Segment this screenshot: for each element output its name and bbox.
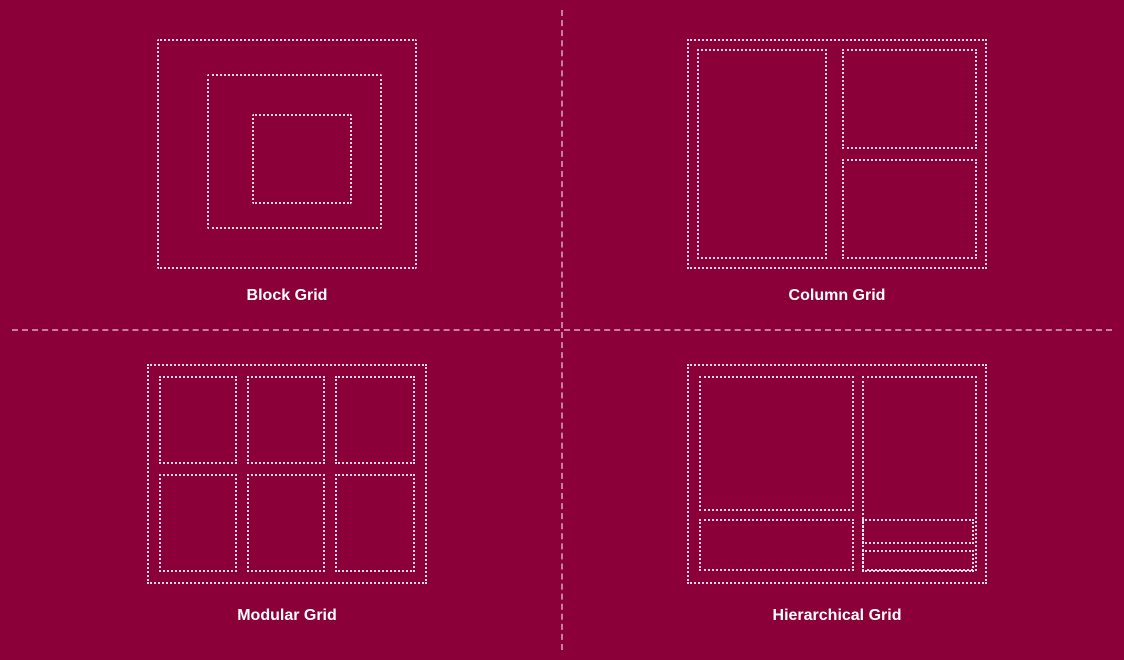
column-grid-container xyxy=(687,39,987,269)
modular-grid-quadrant: Modular Grid xyxy=(12,330,562,650)
hier-grid-container xyxy=(687,364,987,584)
modular-grid-label: Modular Grid xyxy=(237,607,337,630)
block-inner-box xyxy=(252,114,352,204)
mod-cell-r0c1 xyxy=(247,376,325,464)
hier-small-box-2 xyxy=(862,550,974,572)
block-grid-container xyxy=(157,39,417,269)
hier-top-left-box xyxy=(699,376,854,511)
mod-cell-r1c2 xyxy=(335,474,415,572)
mod-cell-r1c0 xyxy=(159,474,237,572)
column-grid-diagram xyxy=(592,30,1082,277)
mod-cell-r0c2 xyxy=(335,376,415,464)
column-grid-quadrant: Column Grid xyxy=(562,10,1112,330)
hierarchical-grid-label: Hierarchical Grid xyxy=(773,607,902,630)
mod-cell-r0c0 xyxy=(159,376,237,464)
column-grid-label: Column Grid xyxy=(789,287,886,310)
col-left-box xyxy=(697,49,827,259)
modular-grid-diagram xyxy=(42,350,532,597)
col-right-bottom-box xyxy=(842,159,977,259)
hierarchical-grid-diagram xyxy=(592,350,1082,597)
block-grid-label: Block Grid xyxy=(247,287,328,310)
main-container: Block Grid Column Grid xyxy=(12,10,1112,650)
mod-cell-r1c1 xyxy=(247,474,325,572)
col-right-top-box xyxy=(842,49,977,149)
block-grid-diagram xyxy=(42,30,532,277)
block-grid-quadrant: Block Grid xyxy=(12,10,562,330)
hier-small-box-1 xyxy=(862,519,974,544)
hier-bottom-left-box xyxy=(699,519,854,571)
hierarchical-grid-quadrant: Hierarchical Grid xyxy=(562,330,1112,650)
modular-grid-container xyxy=(147,364,427,584)
